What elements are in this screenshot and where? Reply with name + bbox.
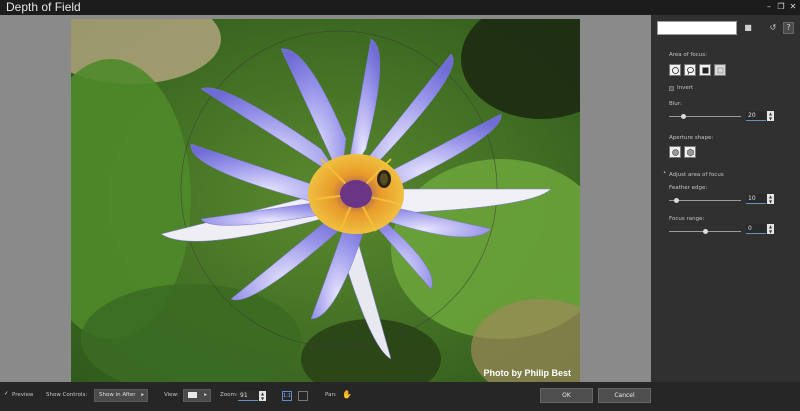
adjust-area-label[interactable]: Adjust area of focus	[669, 172, 724, 178]
feather-slider[interactable]	[669, 198, 741, 203]
fit-to-window-icon[interactable]	[298, 391, 308, 401]
zoom-spinner[interactable]: ▲ ▼	[259, 391, 266, 401]
photo-credit: Photo by Philip Best	[483, 368, 571, 378]
preview-photo[interactable]: Photo by Philip Best	[71, 19, 580, 382]
focus-range-value-field[interactable]: 0	[746, 224, 766, 234]
bottom-toolbar: ✓ Preview Show Controls: Show in After ▸…	[0, 382, 800, 411]
focus-range-slider[interactable]	[669, 229, 741, 234]
focus-range-label: Focus range:	[669, 216, 705, 222]
blur-value-field[interactable]: 20	[746, 111, 766, 121]
spin-down-icon[interactable]: ▼	[769, 199, 772, 204]
window-title: Depth of Field	[6, 0, 81, 14]
close-icon[interactable]: ✕	[788, 1, 798, 12]
blur-slider-thumb[interactable]	[680, 114, 686, 119]
spin-down-icon[interactable]: ▼	[769, 229, 772, 234]
preview-canvas: Photo by Philip Best	[0, 15, 651, 382]
lotus-photo	[71, 19, 580, 382]
show-controls-value: Show in After	[99, 392, 136, 398]
pan-hand-icon[interactable]: ✋	[342, 390, 352, 399]
settings-panel: ■ ↺ ? Area of focus: Invert Blur: 20 ▲ ▼ …	[651, 15, 800, 382]
dropdown-arrow-icon: ▸	[141, 392, 144, 398]
adjust-area-chevron-icon[interactable]: •	[663, 170, 666, 176]
save-preset-icon[interactable]: ■	[743, 23, 753, 33]
preset-field[interactable]	[657, 21, 737, 35]
hexagon-aperture-button[interactable]	[684, 146, 696, 158]
clear-focus-button[interactable]	[714, 64, 726, 76]
reset-icon[interactable]: ↺	[768, 23, 778, 33]
single-view-icon	[188, 392, 197, 398]
preview-check-icon[interactable]: ✓	[4, 391, 9, 397]
view-label: View:	[164, 392, 179, 398]
spin-down-icon[interactable]: ▼	[261, 396, 264, 401]
invert-label: Invert	[677, 85, 694, 91]
clear-shape-icon	[717, 67, 724, 74]
feather-edge-label: Feather edge:	[669, 185, 708, 191]
invert-checkbox[interactable]	[669, 86, 674, 91]
dropdown-arrow-icon: ▸	[204, 392, 207, 398]
focus-range-spinner[interactable]: ▲ ▼	[767, 224, 774, 234]
lasso-focus-button[interactable]	[684, 64, 696, 76]
rectangle-icon	[702, 67, 709, 74]
round-aperture-icon	[672, 149, 679, 156]
aperture-shape-label: Aperture shape:	[669, 135, 714, 141]
area-of-focus-label: Area of focus:	[669, 52, 707, 58]
show-controls-dropdown[interactable]: Show in After ▸	[94, 389, 148, 402]
show-controls-label: Show Controls:	[46, 392, 88, 398]
help-icon[interactable]: ?	[783, 22, 794, 34]
circle-focus-button[interactable]	[669, 64, 681, 76]
actual-size-icon[interactable]: 1:1	[282, 391, 292, 401]
blur-label: Blur:	[669, 101, 682, 107]
round-aperture-button[interactable]	[669, 146, 681, 158]
spin-down-icon[interactable]: ▼	[769, 116, 772, 121]
focus-range-slider-thumb[interactable]	[702, 229, 708, 234]
restore-icon[interactable]: ❐	[776, 1, 786, 12]
circle-icon	[672, 67, 679, 74]
feather-slider-thumb[interactable]	[673, 198, 679, 203]
cancel-button[interactable]: Cancel	[598, 388, 651, 403]
feather-value-field[interactable]: 10	[746, 194, 766, 204]
blur-spinner[interactable]: ▲ ▼	[767, 111, 774, 121]
view-dropdown[interactable]: ▸	[183, 389, 211, 402]
pan-label: Pan:	[325, 392, 337, 398]
title-bar: Depth of Field – ❐ ✕	[0, 0, 800, 15]
feather-spinner[interactable]: ▲ ▼	[767, 194, 774, 204]
preview-label[interactable]: Preview	[12, 392, 33, 398]
zoom-label: Zoom:	[220, 392, 238, 398]
rectangle-focus-button[interactable]	[699, 64, 711, 76]
ok-button[interactable]: OK	[540, 388, 593, 403]
blur-slider[interactable]	[669, 114, 741, 119]
hexagon-aperture-icon	[687, 148, 694, 157]
lasso-icon	[687, 67, 694, 75]
zoom-value-field[interactable]: 91	[238, 391, 258, 401]
minimize-icon[interactable]: –	[764, 1, 774, 12]
